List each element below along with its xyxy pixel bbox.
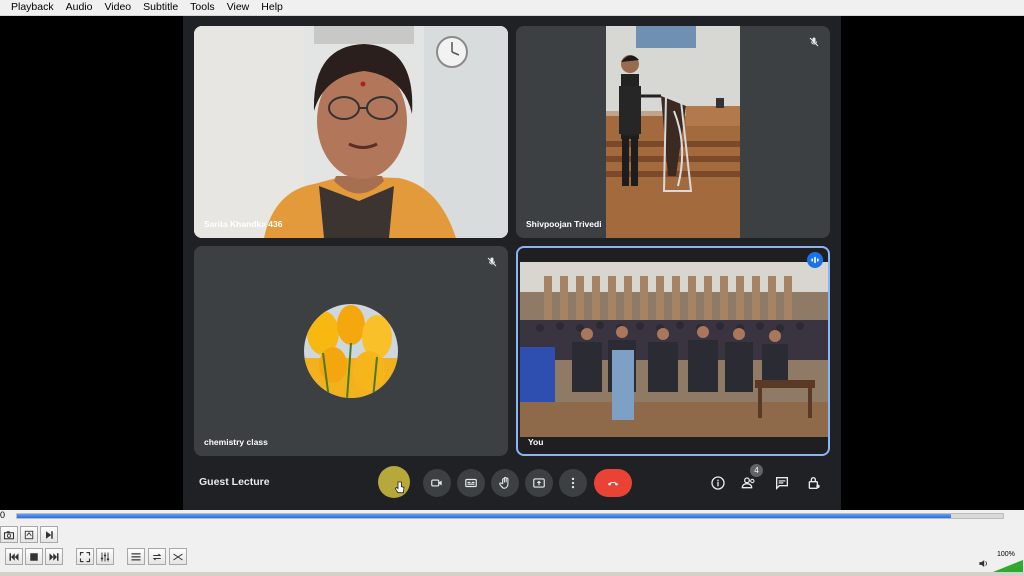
people-button[interactable]: 4	[739, 464, 763, 493]
menu-view[interactable]: View	[221, 0, 256, 15]
chat-button[interactable]	[772, 473, 792, 493]
playlist-button[interactable]	[127, 548, 145, 565]
end-call-button[interactable]	[594, 469, 632, 497]
mouse-pointer-icon	[394, 481, 405, 494]
participant-video	[194, 26, 508, 238]
mic-button[interactable]	[378, 466, 410, 498]
previous-button[interactable]	[5, 548, 23, 565]
menu-video[interactable]: Video	[98, 0, 137, 15]
present-button[interactable]	[525, 469, 553, 497]
speaking-indicator-icon	[807, 252, 823, 268]
player-controls: 0 100%	[0, 510, 1024, 576]
equalizer-icon	[100, 552, 110, 561]
extended-settings-button[interactable]	[96, 548, 114, 565]
menu-audio[interactable]: Audio	[60, 0, 99, 15]
raise-hand-icon	[499, 476, 509, 489]
chat-icon	[776, 477, 788, 490]
shuffle-icon	[173, 553, 183, 560]
mic-off-icon	[809, 37, 819, 47]
snapshot-button[interactable]	[0, 526, 18, 543]
participant-name: chemistry class	[204, 437, 268, 447]
present-screen-icon	[533, 478, 545, 488]
seek-bar[interactable]	[16, 513, 1004, 519]
participant-tile-you[interactable]: You	[516, 246, 830, 456]
taskbar	[0, 572, 1024, 576]
host-controls-button[interactable]	[804, 473, 824, 493]
participant-tile-chemistry-class[interactable]: chemistry class	[194, 246, 508, 456]
participant-tile-shivpoojan[interactable]: Shivpoojan Trivedi	[516, 26, 830, 238]
stop-icon	[30, 552, 38, 561]
participant-name: You	[528, 437, 544, 447]
stop-button[interactable]	[25, 548, 43, 565]
camera-icon	[431, 479, 442, 487]
more-options-button[interactable]	[559, 469, 587, 497]
loop-button[interactable]	[148, 548, 166, 565]
frame-step-button[interactable]	[40, 526, 58, 543]
menu-playback[interactable]: Playback	[0, 0, 60, 15]
participant-video	[520, 262, 828, 437]
playlist-icon	[131, 552, 141, 560]
elapsed-time: 0	[0, 510, 6, 520]
menu-help[interactable]: Help	[255, 0, 289, 15]
participant-name: Sarita Khandka 436	[204, 219, 283, 229]
people-icon	[741, 477, 755, 489]
meeting-title: Guest Lecture	[199, 476, 270, 488]
volume-percent: 100%	[997, 551, 1015, 558]
participant-video	[516, 26, 830, 238]
seek-bar-progress	[17, 514, 951, 518]
participant-tile-sarita[interactable]: Sarita Khandka 436	[194, 26, 508, 238]
mic-off-icon	[487, 257, 497, 267]
skip-back-icon	[9, 552, 19, 561]
volume-slider[interactable]	[993, 560, 1023, 572]
info-icon	[711, 476, 725, 490]
next-button[interactable]	[45, 548, 63, 565]
frame-step-icon	[46, 530, 53, 539]
loop-ab-button[interactable]	[20, 526, 38, 543]
camera-icon	[3, 530, 15, 539]
lock-icon	[808, 477, 820, 489]
raise-hand-button[interactable]	[491, 469, 519, 497]
menu-subtitle[interactable]: Subtitle	[137, 0, 184, 15]
hang-up-icon	[607, 481, 619, 486]
skip-forward-icon	[49, 552, 59, 561]
captions-button[interactable]	[457, 469, 485, 497]
fullscreen-button[interactable]	[76, 548, 94, 565]
more-vertical-icon	[571, 477, 575, 489]
meeting-window: Sarita Khandka 436 Shivpoojan Trivedi ch…	[183, 16, 841, 510]
loop-icon	[152, 553, 162, 560]
meeting-info-button[interactable]	[708, 473, 728, 493]
meeting-controls: Guest Lecture 4	[183, 462, 841, 510]
participant-name: Shivpoojan Trivedi	[526, 219, 602, 229]
menu-bar: Playback Audio Video Subtitle Tools View…	[0, 0, 1024, 16]
captions-icon	[465, 478, 477, 488]
menu-tools[interactable]: Tools	[184, 0, 221, 15]
loop-ab-icon	[24, 530, 34, 539]
avatar	[304, 304, 398, 398]
shuffle-button[interactable]	[169, 548, 187, 565]
speaker-icon[interactable]	[978, 558, 989, 569]
camera-button[interactable]	[423, 469, 451, 497]
fullscreen-icon	[79, 551, 91, 562]
participant-count-badge: 4	[750, 464, 763, 477]
